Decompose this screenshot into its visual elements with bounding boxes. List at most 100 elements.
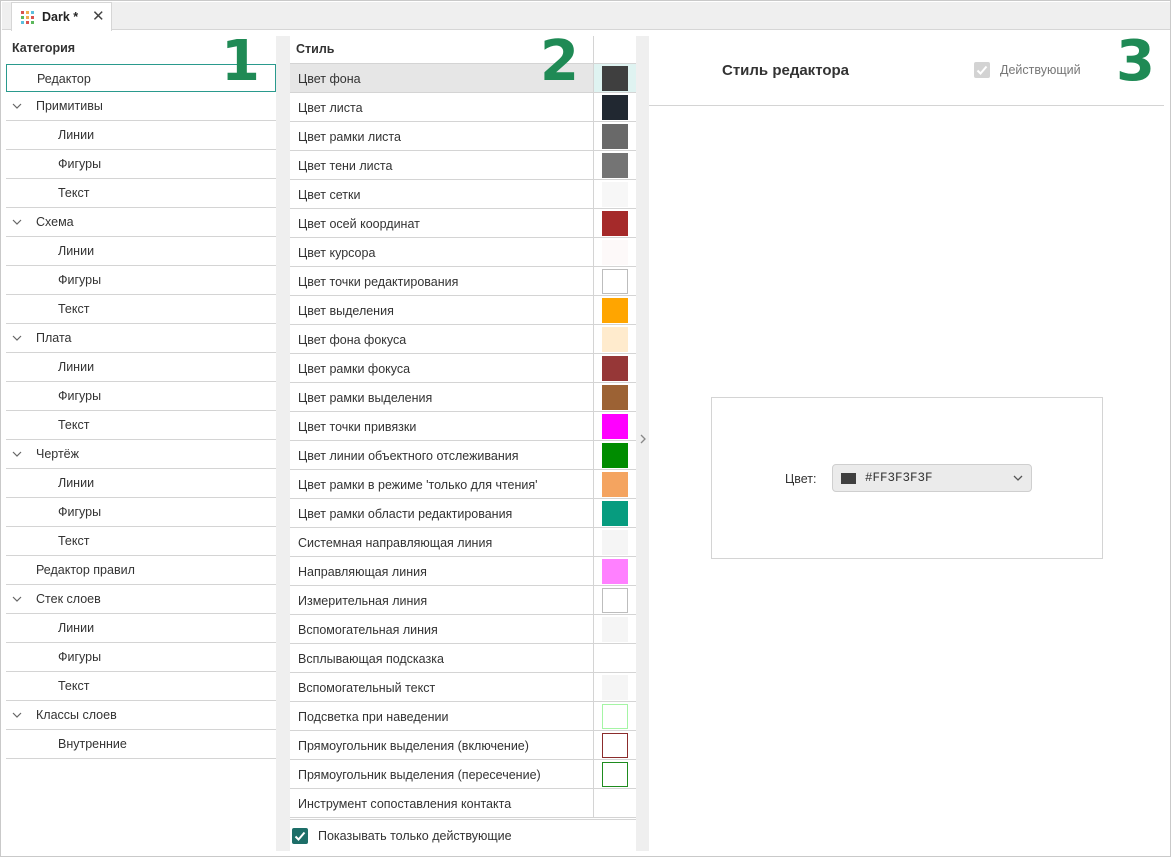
category-item[interactable]: Фигуры (6, 643, 276, 672)
category-item[interactable]: Стек слоев (6, 585, 276, 614)
category-item[interactable]: Текст (6, 672, 276, 701)
style-row[interactable]: Системная направляющая линия (290, 528, 636, 557)
color-swatch[interactable] (602, 153, 628, 178)
style-row[interactable]: Цвет рамки в режиме 'только для чтения' (290, 470, 636, 499)
style-row[interactable]: Прямоугольник выделения (пересечение) (290, 760, 636, 789)
category-item[interactable]: Фигуры (6, 382, 276, 411)
category-item[interactable]: Схема (6, 208, 276, 237)
style-row[interactable]: Цвет рамки фокуса (290, 354, 636, 383)
category-item[interactable]: Линии (6, 614, 276, 643)
color-swatch[interactable] (602, 182, 628, 207)
active-checkbox[interactable] (974, 62, 990, 78)
color-swatch[interactable] (602, 298, 628, 323)
category-item[interactable]: Внутренние (6, 730, 276, 759)
style-row[interactable]: Цвет рамки листа (290, 122, 636, 151)
color-swatch[interactable] (602, 327, 628, 352)
color-swatch[interactable] (602, 559, 628, 584)
style-row[interactable]: Цвет курсора (290, 238, 636, 267)
category-item[interactable]: Примитивы (6, 92, 276, 121)
color-swatch[interactable] (602, 501, 628, 526)
style-row[interactable]: Цвет выделения (290, 296, 636, 325)
category-item-label: Текст (58, 534, 90, 548)
style-row[interactable]: Инструмент сопоставления контакта (290, 789, 636, 818)
color-swatch[interactable] (602, 617, 628, 642)
category-item[interactable]: Редактор правил (6, 556, 276, 585)
chevron-down-icon[interactable] (12, 101, 22, 111)
category-item-label: Линии (58, 128, 95, 142)
chevron-right-icon[interactable] (639, 434, 647, 444)
style-row[interactable]: Прямоугольник выделения (включение) (290, 731, 636, 760)
show-active-only-label[interactable]: Показывать только действующие (318, 829, 512, 843)
category-item[interactable]: Линии (6, 469, 276, 498)
category-item[interactable]: Текст (6, 411, 276, 440)
color-swatch[interactable] (602, 588, 628, 613)
color-swatch[interactable] (602, 443, 628, 468)
category-item[interactable]: Текст (6, 295, 276, 324)
color-swatch[interactable] (602, 762, 628, 787)
chevron-down-icon[interactable] (12, 710, 22, 720)
category-item[interactable]: Чертёж (6, 440, 276, 469)
swatch-cell (593, 209, 636, 237)
style-row[interactable]: Цвет фона (290, 64, 636, 93)
category-item[interactable]: Фигуры (6, 498, 276, 527)
category-item[interactable]: Текст (6, 527, 276, 556)
style-row[interactable]: Цвет точки редактирования (290, 267, 636, 296)
style-row[interactable]: Измерительная линия (290, 586, 636, 615)
color-swatch[interactable] (602, 385, 628, 410)
style-row[interactable]: Цвет фона фокуса (290, 325, 636, 354)
color-swatch[interactable] (602, 95, 628, 120)
color-swatch[interactable] (602, 356, 628, 381)
color-swatch[interactable] (602, 240, 628, 265)
style-row-label: Подсветка при наведении (298, 710, 449, 724)
style-row[interactable]: Направляющая линия (290, 557, 636, 586)
category-item[interactable]: Фигуры (6, 150, 276, 179)
style-row[interactable]: Цвет сетки (290, 180, 636, 209)
callout-number-1: 1 (221, 29, 260, 94)
style-footer: Показывать только действующие (290, 819, 636, 851)
chevron-down-icon[interactable] (12, 449, 22, 459)
splitter-right[interactable] (636, 36, 649, 851)
category-item[interactable]: Фигуры (6, 266, 276, 295)
chevron-down-icon[interactable] (12, 594, 22, 604)
splitter-left[interactable] (276, 36, 290, 851)
color-select[interactable]: #FF3F3F3F (832, 464, 1032, 492)
category-item-label: Линии (58, 360, 95, 374)
color-swatch[interactable] (602, 211, 628, 236)
chevron-down-icon[interactable] (12, 217, 22, 227)
close-icon[interactable]: ✕ (92, 7, 105, 25)
color-swatch[interactable] (602, 704, 628, 729)
category-item[interactable]: Плата (6, 324, 276, 353)
color-swatch[interactable] (602, 530, 628, 555)
style-row-label: Цвет рамки области редактирования (298, 507, 513, 521)
color-swatch[interactable] (602, 733, 628, 758)
style-row[interactable]: Цвет рамки выделения (290, 383, 636, 412)
color-swatch[interactable] (602, 414, 628, 439)
style-row[interactable]: Цвет листа (290, 93, 636, 122)
color-swatch[interactable] (602, 675, 628, 700)
category-item[interactable]: Линии (6, 237, 276, 266)
style-row[interactable]: Подсветка при наведении (290, 702, 636, 731)
editor-title: Стиль редактора (722, 62, 850, 79)
category-item[interactable]: Линии (6, 121, 276, 150)
style-row[interactable]: Вспомогательная линия (290, 615, 636, 644)
category-item-label: Плата (36, 331, 72, 345)
style-row[interactable]: Цвет линии объектного отслеживания (290, 441, 636, 470)
chevron-down-icon[interactable] (12, 333, 22, 343)
style-row[interactable]: Цвет рамки области редактирования (290, 499, 636, 528)
style-row[interactable]: Всплывающая подсказка (290, 644, 636, 673)
swatch-cell (593, 354, 636, 382)
category-item[interactable]: Классы слоев (6, 701, 276, 730)
style-row[interactable]: Цвет точки привязки (290, 412, 636, 441)
category-item[interactable]: Текст (6, 179, 276, 208)
color-swatch[interactable] (602, 66, 628, 91)
show-active-only-checkbox[interactable] (292, 828, 308, 844)
category-item[interactable]: Линии (6, 353, 276, 382)
style-row[interactable]: Цвет тени листа (290, 151, 636, 180)
style-row[interactable]: Вспомогательный текст (290, 673, 636, 702)
color-swatch[interactable] (602, 124, 628, 149)
color-swatch[interactable] (602, 269, 628, 294)
style-row-label: Измерительная линия (298, 594, 428, 608)
document-tab[interactable]: Dark * ✕ (11, 2, 112, 31)
style-row[interactable]: Цвет осей координат (290, 209, 636, 238)
color-swatch[interactable] (602, 472, 628, 497)
